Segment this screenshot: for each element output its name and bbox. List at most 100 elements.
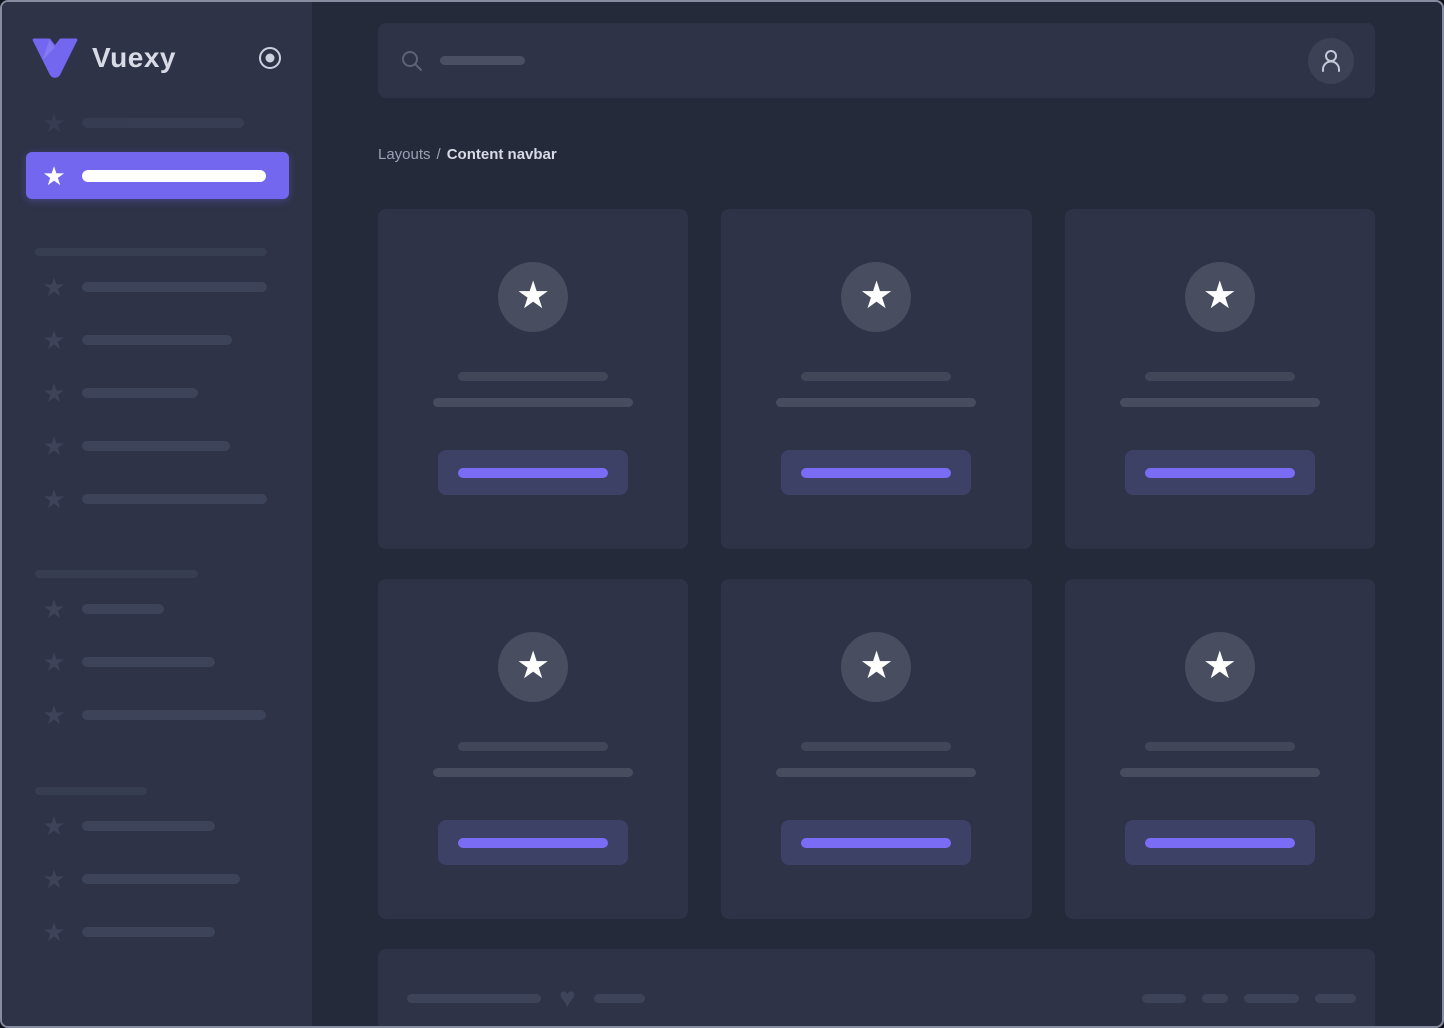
card-title-skeleton [801, 372, 951, 381]
menu-item-label-skeleton [82, 494, 267, 504]
sidebar-header: Vuexy [2, 2, 312, 80]
card-avatar-circle: ★ [1185, 632, 1255, 702]
card-button-skeleton[interactable] [438, 820, 628, 865]
card-title-skeleton [458, 372, 608, 381]
star-icon: ★ [42, 919, 66, 945]
card-avatar-circle: ★ [1185, 262, 1255, 332]
skeleton-card: ★ [378, 209, 688, 549]
search-box[interactable] [400, 49, 1308, 73]
button-label-skeleton [1145, 838, 1295, 848]
sidebar-menu-item[interactable]: ★ [2, 866, 312, 892]
star-icon: ★ [42, 596, 66, 622]
button-label-skeleton [458, 468, 608, 478]
card-title-skeleton [801, 742, 951, 751]
sidebar-menu-item[interactable]: ★ [2, 596, 312, 622]
menu-item-label-skeleton [82, 441, 230, 451]
button-label-skeleton [801, 468, 951, 478]
button-label-skeleton [801, 838, 951, 848]
card-button-skeleton[interactable] [438, 450, 628, 495]
card-subtitle-skeleton [1120, 398, 1320, 407]
star-icon: ★ [42, 866, 66, 892]
card-button-skeleton[interactable] [1125, 450, 1315, 495]
menu-section-header-skeleton [35, 248, 267, 256]
skeleton-card: ★ [1065, 579, 1375, 919]
user-avatar[interactable] [1308, 38, 1354, 84]
sidebar-menu-item[interactable]: ★ [2, 702, 312, 728]
star-icon: ★ [42, 813, 66, 839]
star-icon: ★ [42, 649, 66, 675]
menu-item-label-skeleton [82, 657, 215, 667]
menu-item-label-skeleton [82, 604, 164, 614]
breadcrumb: Layouts / Content navbar [378, 145, 1375, 165]
footer-text-skeleton [407, 994, 541, 1003]
sidebar-menu-item[interactable]: ★ [2, 649, 312, 675]
star-icon: ★ [1203, 647, 1237, 688]
person-icon [1318, 48, 1344, 74]
skeleton-card: ★ [721, 209, 1031, 549]
star-icon: ★ [42, 274, 66, 300]
footer-link-skeleton [1202, 994, 1228, 1003]
footer-left-skeletons: ♥ [407, 986, 645, 1010]
star-icon: ★ [42, 327, 66, 353]
sidebar: Vuexy ★ ★ ★ ★ ★ ★ ★ ★ ★ ★ ★ ★ ★ [2, 2, 312, 1026]
card-subtitle-skeleton [1120, 768, 1320, 777]
footer-link-skeleton [1244, 994, 1299, 1003]
breadcrumb-parent[interactable]: Layouts [378, 145, 431, 165]
menu-item-label-skeleton [82, 874, 240, 884]
menu-section-header-skeleton [35, 570, 198, 578]
card-title-skeleton [1145, 742, 1295, 751]
footer-link-skeleton [1315, 994, 1356, 1003]
sidebar-menu-item[interactable]: ★ [2, 919, 312, 945]
skeleton-card: ★ [378, 579, 688, 919]
top-navbar [378, 23, 1375, 98]
footer-link-skeleton [1142, 994, 1186, 1003]
search-placeholder-skeleton [440, 56, 525, 65]
sidebar-menu-item[interactable]: ★ [2, 327, 312, 353]
menu-item-label-skeleton [82, 118, 244, 128]
sidebar-menu-item[interactable]: ★ [2, 813, 312, 839]
sidebar-menu-item[interactable]: ★ [2, 486, 312, 512]
card-subtitle-skeleton [433, 398, 633, 407]
card-button-skeleton[interactable] [1125, 820, 1315, 865]
menu-item-label-skeleton [82, 927, 215, 937]
star-icon: ★ [516, 647, 550, 688]
button-label-skeleton [458, 838, 608, 848]
brand-logo[interactable]: Vuexy [30, 38, 176, 78]
star-icon: ★ [859, 277, 893, 318]
sidebar-menu-item[interactable]: ★ [2, 433, 312, 459]
card-subtitle-skeleton [433, 768, 633, 777]
search-icon [400, 49, 424, 73]
radio-dot-icon[interactable] [257, 45, 283, 71]
menu-item-label-skeleton [82, 335, 232, 345]
vuexy-logo-icon [30, 38, 80, 78]
star-icon: ★ [1203, 277, 1237, 318]
breadcrumb-current: Content navbar [447, 145, 557, 165]
brand-title: Vuexy [92, 42, 176, 74]
skeleton-card: ★ [721, 579, 1031, 919]
card-avatar-circle: ★ [841, 632, 911, 702]
star-icon: ★ [42, 433, 66, 459]
star-icon: ★ [42, 380, 66, 406]
card-title-skeleton [458, 742, 608, 751]
menu-item-label-skeleton [82, 821, 215, 831]
sidebar-menu-item[interactable]: ★ [2, 274, 312, 300]
star-icon: ★ [42, 486, 66, 512]
card-button-skeleton[interactable] [781, 820, 971, 865]
sidebar-menu-item[interactable]: ★ [26, 152, 289, 199]
star-icon: ★ [42, 163, 66, 189]
star-icon: ★ [42, 110, 66, 136]
button-label-skeleton [1145, 468, 1295, 478]
card-subtitle-skeleton [776, 398, 976, 407]
app-window: Vuexy ★ ★ ★ ★ ★ ★ ★ ★ ★ ★ ★ ★ ★ [0, 0, 1444, 1028]
sidebar-menu-item[interactable]: ★ [2, 380, 312, 406]
card-avatar-circle: ★ [841, 262, 911, 332]
sidebar-menu-item[interactable]: ★ [2, 110, 312, 136]
footer-card: ♥ [378, 949, 1375, 1026]
card-button-skeleton[interactable] [781, 450, 971, 495]
star-icon: ★ [42, 702, 66, 728]
card-avatar-circle: ★ [498, 262, 568, 332]
main-content: Layouts / Content navbar ★ ★ ★ ★ ★ ★ ♥ [312, 2, 1442, 1026]
menu-item-label-skeleton [82, 282, 267, 292]
menu-item-label-skeleton [82, 170, 266, 182]
menu-item-label-skeleton [82, 710, 266, 720]
